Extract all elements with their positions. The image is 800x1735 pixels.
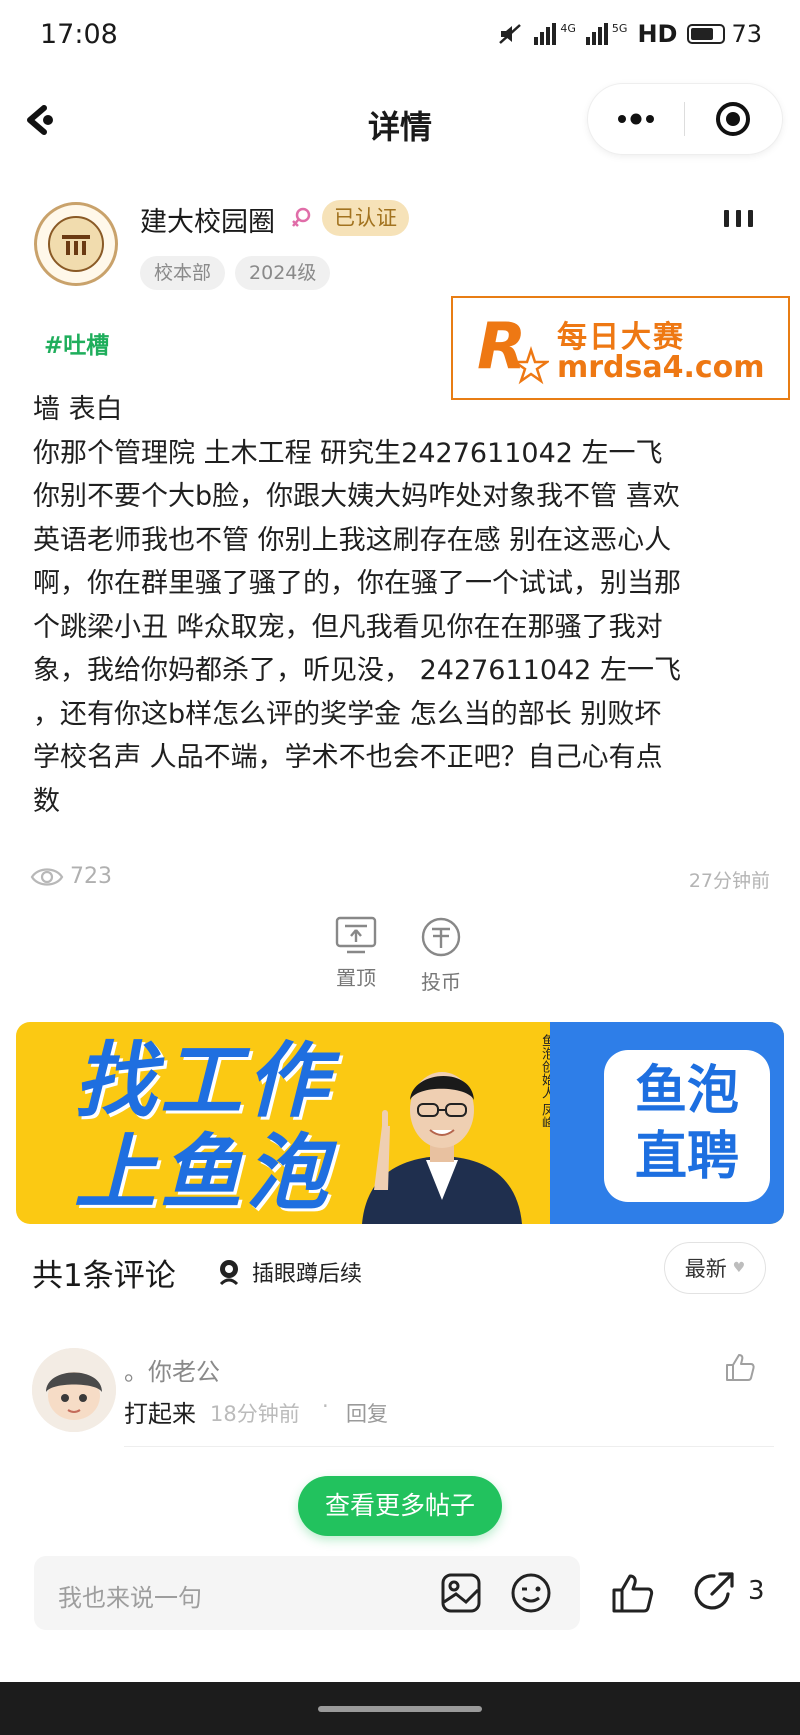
cartoon-avatar-image xyxy=(32,1348,116,1432)
comments-header: 共1条评论 插眼蹲后续 最新 ♥ xyxy=(32,1242,772,1294)
coin-button[interactable]: 投币 xyxy=(411,916,471,995)
banner-app-line1: 鱼泡 xyxy=(634,1061,739,1121)
system-home-bar xyxy=(0,1682,800,1735)
status-time: 17:08 xyxy=(40,18,118,50)
nav-bar: 详情 xyxy=(0,78,800,162)
comments-count: 共1条评论 xyxy=(32,1258,176,1294)
female-icon xyxy=(292,207,311,227)
share-count: 3 xyxy=(748,1576,765,1606)
watermark-logo-icon: R xyxy=(477,310,549,385)
signal-1-icon xyxy=(534,23,557,45)
follow-hint-button[interactable]: 插眼蹲后续 xyxy=(216,1256,362,1288)
comment-text: 打起来 xyxy=(124,1400,196,1428)
view-count: 723 xyxy=(30,864,112,889)
battery-icon xyxy=(687,24,726,44)
status-indicators: 4G 5G HD 73 xyxy=(498,20,762,48)
post-meta: 723 27分钟前 xyxy=(30,864,770,900)
signal-2-icon xyxy=(585,23,608,45)
pin-top-icon xyxy=(335,916,377,954)
emoji-icon xyxy=(511,1573,551,1613)
author-name[interactable]: 建大校园圈 xyxy=(140,200,275,239)
watermark-line2: mrdsa4.com xyxy=(557,350,765,385)
signal-1-label: 4G xyxy=(560,21,576,35)
post-line: 个跳梁小丑 哗众取宠，但凡我看见你在在那骚了我对 xyxy=(33,611,663,643)
post-line: 墙 表白 xyxy=(33,394,123,425)
home-indicator[interactable] xyxy=(318,1706,482,1712)
share-icon xyxy=(694,1572,734,1610)
battery-level: 73 xyxy=(731,20,762,48)
more-button[interactable] xyxy=(588,113,684,125)
comment-item: 。你老公 打起来 18分钟前 · 回复 xyxy=(32,1348,772,1444)
banner-app-line2: 直聘 xyxy=(634,1127,739,1187)
sort-button[interactable]: 最新 ♥ xyxy=(664,1242,766,1294)
author-tags: 校本部 2024级 xyxy=(140,256,331,290)
thumbs-up-icon xyxy=(612,1574,654,1613)
coin-label: 投币 xyxy=(421,970,461,994)
banner-app-logo: 鱼泡 直聘 xyxy=(604,1050,770,1202)
banner-founder-note: 鱼泡创始人 凤峰 xyxy=(539,1034,554,1130)
banner-slogan-line1: 找工作 xyxy=(74,1034,332,1129)
comment-avatar[interactable] xyxy=(32,1348,116,1432)
share-button[interactable] xyxy=(692,1570,736,1616)
menu-bars-icon xyxy=(724,210,729,227)
mute-icon xyxy=(499,24,522,44)
post-line: 你别不要个大b脸，你跟大姨大妈咋处对象我不管 喜欢 xyxy=(33,481,680,512)
comment-like-button[interactable] xyxy=(724,1352,756,1386)
comment-separator: · xyxy=(322,1394,329,1418)
banner-person-image xyxy=(362,1072,522,1224)
view-count-value: 723 xyxy=(70,864,112,889)
post-line: 英语老师我也不管 你别上我这刷存在感 别在这恶心人 xyxy=(33,524,672,556)
post-line: 你那个管理院 土木工程 研究生2427611042 左一飞 xyxy=(33,437,663,469)
banner-ad[interactable]: 找工作 上鱼泡 鱼泡创始人 凤峰 鱼泡 直聘 xyxy=(16,1022,784,1224)
signal-2-label: 5G xyxy=(611,21,628,35)
post-menu-button[interactable] xyxy=(724,210,753,227)
post-line: 象，我给你妈都杀了，听见没， 2427611042 左一飞 xyxy=(33,655,681,686)
comment-author[interactable]: 。你老公 xyxy=(124,1352,220,1387)
post-line: 学校名声 人品不端，学术不也会不正吧？自己心有点 xyxy=(33,742,663,773)
comment-input-placeholder: 我也来说一句 xyxy=(58,1584,202,1612)
post-like-button[interactable] xyxy=(610,1572,654,1618)
comment-reply-button[interactable]: 回复 xyxy=(346,1398,388,1428)
follow-hint-label: 插眼蹲后续 xyxy=(252,1262,363,1287)
eye-watch-icon xyxy=(219,1260,239,1286)
target-icon xyxy=(716,102,750,136)
comment-time: 18分钟前 xyxy=(210,1402,300,1426)
post-time: 27分钟前 xyxy=(688,870,770,892)
watermark-ad: R 每日大赛 mrdsa4.com xyxy=(451,296,790,400)
tag-campus: 校本部 xyxy=(140,256,226,290)
author-header: 建大校园圈 已认证 校本部 2024级 xyxy=(34,196,774,296)
image-button[interactable] xyxy=(440,1572,482,1618)
close-mini-program-button[interactable] xyxy=(685,101,781,137)
more-dots-icon xyxy=(618,113,654,125)
author-avatar-emblem xyxy=(48,216,104,272)
pin-label: 置顶 xyxy=(336,966,376,990)
verified-badge: 已认证 xyxy=(322,200,409,236)
hd-label: HD xyxy=(637,20,678,48)
post-line: 数 xyxy=(33,785,60,817)
banner-slogan-line2: 上鱼泡 xyxy=(74,1126,332,1221)
coin-icon xyxy=(421,917,461,957)
comment-input[interactable]: 我也来说一句 xyxy=(34,1556,580,1630)
svg-text:R: R xyxy=(477,310,526,384)
image-icon xyxy=(441,1573,481,1613)
post-line: 啊，你在群里骚了骚了的，你在骚了一个试试，别当那 xyxy=(33,568,681,599)
pin-button[interactable]: 置顶 xyxy=(326,916,386,991)
sort-label: 最新 xyxy=(684,1257,727,1281)
battery-indicator: 73 xyxy=(687,20,762,48)
tag-grade: 2024级 xyxy=(235,256,331,290)
author-avatar[interactable] xyxy=(34,202,118,286)
mini-program-capsule xyxy=(588,84,782,154)
emoji-button[interactable] xyxy=(510,1572,552,1618)
comment-divider xyxy=(124,1446,774,1447)
banner-slogan: 找工作 上鱼泡 xyxy=(74,1036,332,1220)
status-bar: 17:08 4G 5G HD 73 xyxy=(0,0,800,68)
more-posts-button[interactable]: 查看更多帖子 xyxy=(298,1476,502,1536)
topic-tag[interactable]: #吐槽 xyxy=(44,326,109,360)
post-body: 墙 表白 你那个管理院 土木工程 研究生2427611042 左一飞 你别不要个… xyxy=(33,388,773,823)
eye-icon xyxy=(30,867,64,886)
sort-chevron-icon: ♥ xyxy=(732,1260,746,1276)
campus-emblem-icon xyxy=(62,235,90,255)
thumbs-up-icon xyxy=(726,1354,755,1381)
post-line: ，还有你这b样怎么评的奖学金 怎么当的部长 别败坏 xyxy=(33,698,662,730)
